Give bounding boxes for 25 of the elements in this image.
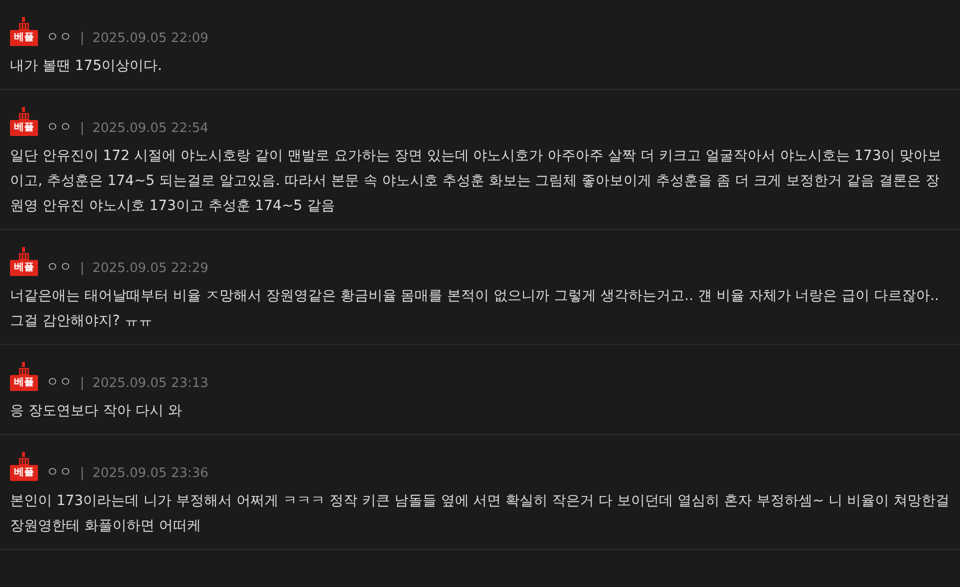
comment-date: 2025.09.05 22:54 — [92, 121, 208, 136]
separator: | — [80, 31, 84, 46]
comment-text: 내가 볼땐 175이상이다. — [10, 57, 164, 76]
nickname: ㅇㅇ — [46, 464, 72, 481]
nickname: ㅇㅇ — [46, 259, 72, 276]
separator: | — [80, 121, 84, 136]
comment-date: 2025.09.05 23:13 — [92, 376, 208, 391]
comment-text: 응 장도연보다 작아 다시 와 — [10, 402, 183, 421]
comment-text: 본인이 173이라는데 니가 부정해서 어쩌게 ㅋㅋㅋ 정작 키큰 남돌들 옆에 서면 확실히 작은거 다 보이던데 열심히 혼자 부정하셈~ 니 비율이 쳐망한걸 장원영한테 화풀이하면 어떠케 — [10, 492, 950, 536]
separator: | — [80, 261, 84, 276]
nickname: ㅇㅇ — [46, 29, 72, 46]
separator: | — [80, 466, 84, 481]
nickname: ㅇㅇ — [46, 119, 72, 136]
comment-text: 너같은애는 태어날때부터 비율 ㅈ망해서 장원영같은 황금비율 몸매를 본적이 없으니까 그렇게 생각하는거고.. 걘 비율 자체가 너랑은 급이 다르잖아.. 그걸 감안해야지? ㅠㅠ — [10, 287, 940, 331]
best-comment-badge: 베플 — [10, 30, 38, 46]
comment-date: 2025.09.05 22:29 — [92, 261, 208, 276]
best-comment-badge: 베플 — [10, 465, 38, 481]
best-comment-badge: 베플 — [10, 120, 38, 136]
separator: | — [80, 376, 84, 391]
comment-text: 일단 안유진이 172 시절에 야노시호랑 같이 맨발로 요가하는 장면 있는데 야노시호가 아주아주 살짝 더 키크고 얼굴작아서 야노시호는 173이 맞아보이고, 추성훈은 174~5 되는걸로 알고있음. 따라서 본문 속 야노시호 추성훈 화보는 그림체 좋아보이게 추성훈을 좀 더 크게 보정한거 같음 결론은 장원영 안유진 야노시호 173이고 추성훈 174~5 같음 — [10, 147, 943, 216]
comment-date: 2025.09.05 23:36 — [92, 466, 208, 481]
comment-date: 2025.09.05 22:09 — [92, 31, 208, 46]
best-comment-badge: 베플 — [10, 375, 38, 391]
best-comment-badge: 베플 — [10, 260, 38, 276]
nickname: ㅇㅇ — [46, 374, 72, 391]
